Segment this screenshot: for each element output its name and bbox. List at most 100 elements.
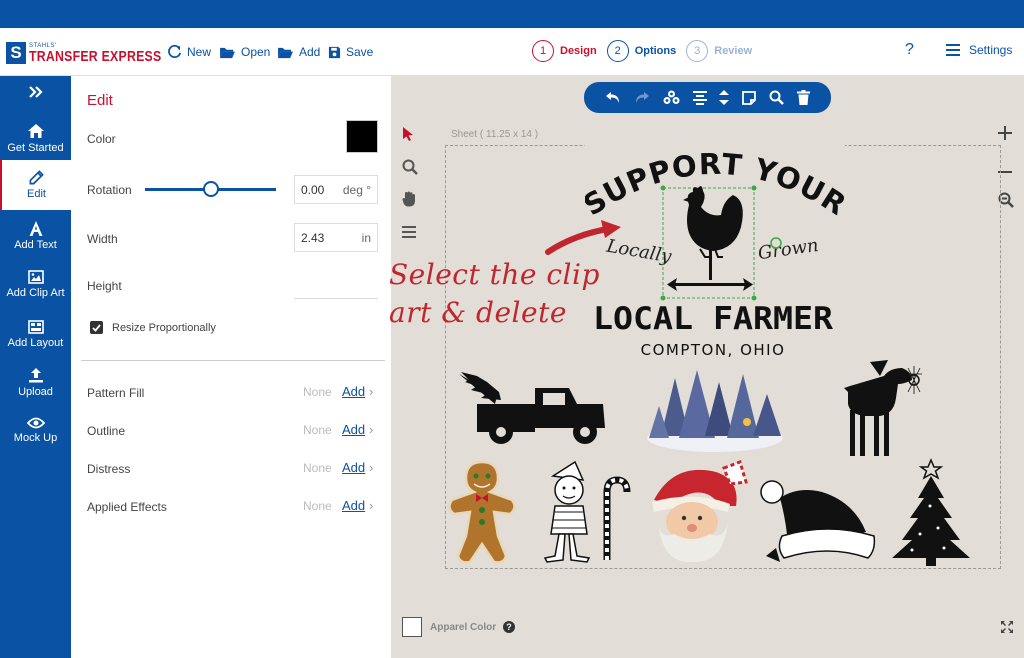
fullscreen-expand-icon[interactable]: [1000, 620, 1014, 634]
nav-mock-up[interactable]: Mock Up: [0, 410, 71, 450]
help-circle-icon[interactable]: ?: [503, 621, 515, 633]
pattern-fill-add-link[interactable]: Add: [342, 384, 365, 399]
nav-label: Add Text: [14, 239, 57, 251]
select-arrow-icon[interactable]: [402, 126, 414, 141]
nav-upload[interactable]: Upload: [0, 362, 71, 402]
winter-trees-clipart[interactable]: [645, 366, 785, 452]
selection-handle[interactable]: [751, 185, 757, 191]
save-button[interactable]: Save: [328, 42, 373, 62]
resize-proportionally-checkbox[interactable]: [90, 321, 103, 334]
distress-value: None: [303, 461, 332, 475]
step-label: Review: [714, 45, 753, 57]
trash-icon[interactable]: [797, 90, 810, 105]
pattern-fill-label: Pattern Fill: [87, 386, 145, 400]
outline-add-link[interactable]: Add: [342, 422, 365, 437]
width-input[interactable]: 2.43 in: [294, 223, 378, 252]
color-swatch[interactable]: [346, 120, 378, 153]
sticky-note-icon[interactable]: [742, 90, 757, 105]
floppy-disk-icon: [328, 46, 341, 58]
zoom-in-icon[interactable]: [998, 126, 1012, 140]
collapse-nav-button[interactable]: [0, 86, 71, 101]
selection-handle[interactable]: [660, 295, 666, 301]
selection-handle[interactable]: [660, 185, 666, 191]
search-zoom-icon[interactable]: [769, 90, 785, 105]
santa-face-clipart[interactable]: [644, 460, 748, 564]
panel-title: Edit: [87, 92, 113, 109]
chevron-right-icon: ›: [369, 384, 374, 399]
applied-effects-add-link[interactable]: Add: [342, 498, 365, 513]
reindeer-clipart[interactable]: [840, 354, 930, 458]
settings-button[interactable]: Settings: [946, 43, 1012, 57]
design-location-text: COMPTON, OHIO: [641, 341, 786, 359]
selection-handle[interactable]: [751, 295, 757, 301]
transfer-express-logo[interactable]: S STAHLS' TRANSFER EXPRESS: [6, 40, 191, 66]
nav-get-started[interactable]: Get Started: [0, 118, 71, 158]
redo-icon[interactable]: [634, 91, 650, 104]
nav-label: Upload: [18, 385, 53, 398]
help-button[interactable]: ?: [905, 41, 914, 59]
nav-add-clip-art[interactable]: Add Clip Art: [0, 264, 71, 304]
edit-panel: Edit Color Rotation 0.00 deg ° Width 2.4…: [71, 76, 391, 658]
design-farmer-text: LOCAL FARMER: [593, 301, 833, 337]
step-review[interactable]: 3 Review: [686, 40, 752, 62]
step-number: 3: [686, 40, 709, 62]
santa-hat-clipart[interactable]: [758, 476, 878, 566]
eye-icon: [26, 417, 45, 428]
applied-effects-value: None: [303, 499, 332, 513]
gingerbread-man-clipart[interactable]: [446, 460, 518, 564]
annotation-arrow: [545, 220, 621, 255]
check-icon: [92, 323, 101, 332]
list-menu-icon[interactable]: [402, 226, 416, 238]
step-options[interactable]: 2 Options: [606, 40, 676, 62]
rotation-value: 0.00: [301, 182, 325, 197]
sheet-size-label: Sheet ( 11.25 x 14 ): [451, 129, 539, 140]
add-button[interactable]: Add: [277, 42, 320, 62]
move-vertical-icon[interactable]: [719, 90, 730, 105]
folder-open-icon: [220, 47, 235, 58]
double-chevron-right-icon: [28, 86, 43, 98]
rotation-label: Rotation: [87, 183, 132, 197]
nav-edit[interactable]: Edit: [0, 160, 71, 210]
magnifier-icon[interactable]: [402, 159, 418, 175]
upload-icon: [28, 367, 43, 382]
hamburger-menu-icon: [946, 44, 960, 56]
chevron-right-icon: ›: [369, 460, 374, 475]
christmas-truck-clipart[interactable]: [457, 366, 607, 446]
new-button-label: New: [187, 45, 212, 59]
distress-add-link[interactable]: Add: [342, 460, 365, 475]
logo-mark: S: [6, 42, 26, 64]
arrange-layers-icon[interactable]: [663, 90, 680, 105]
undo-icon[interactable]: [605, 91, 621, 104]
pan-hand-icon[interactable]: [402, 191, 416, 207]
step-label: Design: [560, 45, 597, 57]
christmas-tree-clipart[interactable]: [886, 458, 976, 568]
chevron-right-icon: ›: [369, 422, 374, 437]
open-button-label: Open: [241, 45, 271, 59]
outline-value: None: [303, 423, 332, 437]
annotation-text-line1: Select the clip: [389, 258, 600, 291]
apparel-color-label: Apparel Color: [430, 622, 497, 633]
nav-label: Mock Up: [13, 431, 58, 444]
pencil-icon: [29, 170, 44, 185]
progress-steps: 1 Design 2 Options 3 Review: [532, 40, 762, 62]
height-input[interactable]: [294, 298, 378, 299]
distress-label: Distress: [87, 462, 131, 476]
elf-candy-cane-clipart[interactable]: [541, 460, 633, 564]
nav-add-text[interactable]: Add Text: [0, 216, 71, 256]
new-button[interactable]: New: [167, 42, 211, 62]
open-button[interactable]: Open: [219, 42, 270, 62]
folder-icon: [278, 47, 293, 58]
nav-label: Get Started: [7, 141, 64, 154]
rotation-slider-thumb[interactable]: [202, 181, 219, 197]
top-brand-bar: [0, 0, 1024, 28]
rotation-input[interactable]: 0.00 deg °: [294, 175, 378, 204]
resize-proportionally-label: Resize Proportionally: [112, 322, 216, 334]
home-icon: [27, 123, 44, 138]
align-center-icon[interactable]: [692, 90, 707, 105]
apparel-color-swatch[interactable]: [402, 617, 422, 637]
width-label: Width: [87, 232, 118, 246]
rooster-weathervane-clipart[interactable]: [667, 186, 753, 291]
step-design[interactable]: 1 Design: [532, 40, 597, 62]
nav-add-layout[interactable]: Add Layout: [0, 314, 71, 354]
applied-effects-label: Applied Effects: [87, 500, 167, 514]
